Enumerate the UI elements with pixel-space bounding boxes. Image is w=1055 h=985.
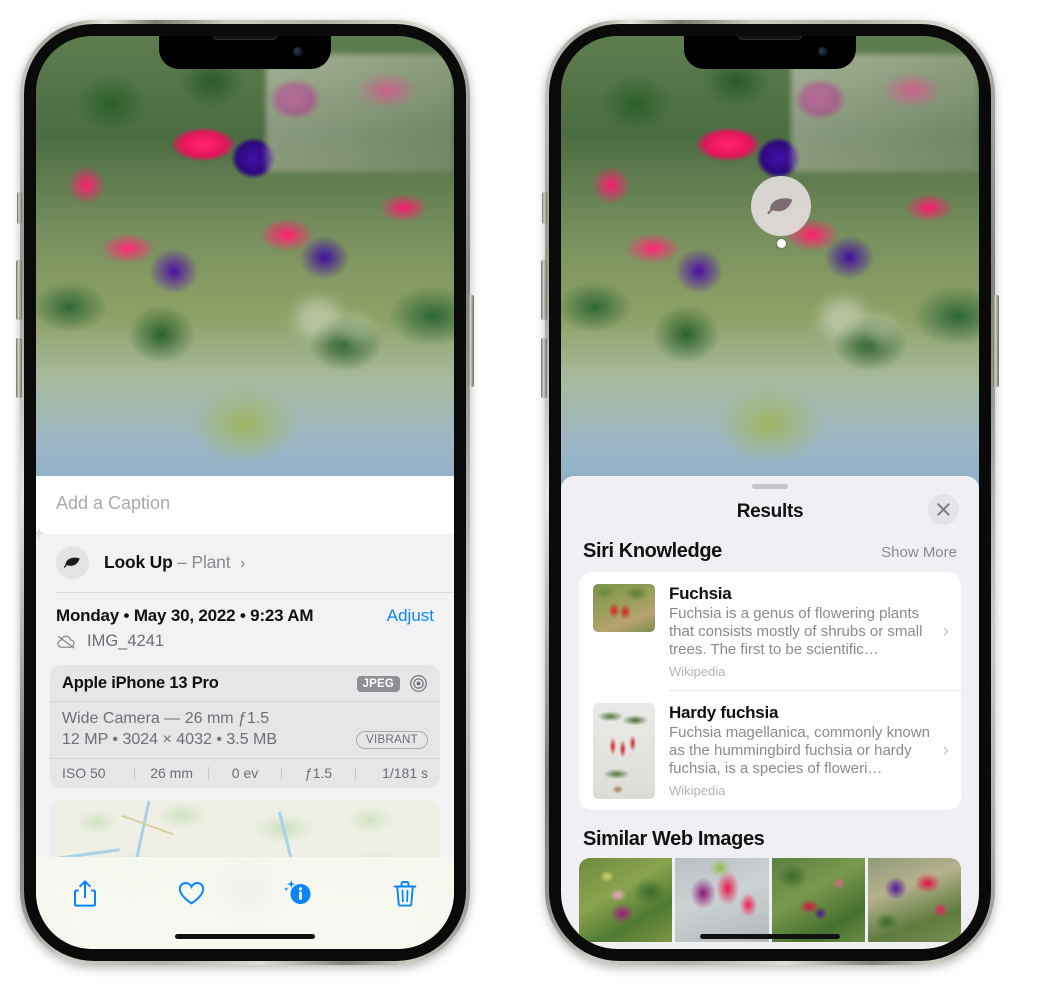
- photo-bokeh-2-right: [861, 316, 896, 347]
- camera-specs-line: 12 MP • 3024 × 4032 • 3.5 MB: [62, 731, 278, 748]
- results-sheet: Results Siri Knowledge Show More Fuchsia…: [561, 476, 979, 949]
- volume-down-button-left[interactable]: [16, 338, 22, 398]
- mute-switch-right[interactable]: [542, 192, 547, 224]
- notch-right: [684, 36, 856, 69]
- power-button-right[interactable]: [993, 295, 999, 387]
- exif-shutter: 1/181 s: [382, 765, 429, 781]
- leaf-icon: [767, 198, 793, 215]
- siri-knowledge-header: Siri Knowledge Show More: [561, 535, 979, 572]
- camera-lens-line: Wide Camera — 26 mm ƒ1.5: [62, 710, 270, 727]
- exif-iso: ISO 50: [62, 765, 106, 781]
- exif-aperture: ƒ1.5: [304, 765, 333, 781]
- trash-icon: [393, 880, 417, 907]
- photo-viewer-right[interactable]: [561, 36, 979, 488]
- show-more-button[interactable]: Show More: [881, 544, 957, 561]
- chevron-right-icon: ›: [942, 620, 949, 642]
- screen-right: Results Siri Knowledge Show More Fuchsia…: [561, 36, 979, 949]
- chevron-right-icon: ›: [942, 740, 949, 761]
- favorite-button[interactable]: [169, 873, 215, 913]
- close-icon: [937, 503, 950, 516]
- phone-right: Results Siri Knowledge Show More Fuchsia…: [541, 20, 999, 965]
- exif-focal: 26 mm: [150, 765, 193, 781]
- visual-look-up-badge[interactable]: [751, 176, 811, 236]
- leaf-icon: [63, 557, 80, 568]
- results-title: Results: [736, 501, 804, 522]
- knowledge-source: Wikipedia: [669, 664, 726, 679]
- delete-button[interactable]: [382, 873, 428, 913]
- home-indicator-left[interactable]: [175, 934, 315, 939]
- camera-device-name: Apple iPhone 13 Pro: [62, 674, 219, 692]
- photo-filename: IMG_4241: [87, 632, 165, 650]
- volume-up-button-right[interactable]: [541, 260, 547, 320]
- camera-info-card[interactable]: Apple iPhone 13 Pro JPEG Wide Camera — 2…: [50, 665, 440, 788]
- look-up-dash: –: [177, 552, 187, 572]
- knowledge-source: Wikipedia: [669, 783, 726, 798]
- exif-row: ISO 50 26 mm 0 ev ƒ1.5 1/181 s: [50, 759, 440, 788]
- metadata-block: Monday • May 30, 2022 • 9:23 AM Adjust I…: [36, 593, 454, 661]
- knowledge-description: Fuchsia magellanica, commonly known as t…: [669, 724, 930, 777]
- web-image-3[interactable]: [771, 858, 865, 942]
- section-title-similar-web-images: Similar Web Images: [583, 828, 765, 850]
- knowledge-item-fuchsia[interactable]: Fuchsia Fuchsia is a genus of flowering …: [579, 572, 961, 690]
- screen-left: Add a Caption Look Up – Plant › Monday •…: [36, 36, 454, 949]
- photo-date: Monday • May 30, 2022 • 9:23 AM: [56, 606, 314, 625]
- knowledge-thumbnail: [593, 584, 655, 632]
- home-indicator-right[interactable]: [700, 934, 840, 939]
- power-button-left[interactable]: [468, 295, 474, 387]
- section-title-siri-knowledge: Siri Knowledge: [583, 540, 722, 562]
- knowledge-title: Hardy fuchsia: [669, 703, 779, 722]
- siri-knowledge-card: Fuchsia Fuchsia is a genus of flowering …: [579, 572, 961, 810]
- front-camera-icon: [293, 47, 303, 57]
- adjust-button[interactable]: Adjust: [387, 606, 434, 626]
- visual-look-up-anchor-dot: [777, 239, 786, 248]
- close-button[interactable]: [928, 494, 959, 525]
- knowledge-body: Fuchsia Fuchsia is a genus of flowering …: [669, 584, 935, 679]
- photo-background-rail: [265, 54, 454, 172]
- info-button[interactable]: [275, 873, 321, 913]
- phone-left: Add a Caption Look Up – Plant › Monday •…: [16, 20, 474, 965]
- icloud-slash-icon: [57, 635, 75, 649]
- web-image-1[interactable]: [579, 858, 673, 942]
- aperture-icon: [410, 675, 427, 692]
- leaf-badge: [56, 546, 89, 579]
- web-image-4[interactable]: [867, 858, 961, 942]
- photo-detail-sheet: Add a Caption Look Up – Plant › Monday •…: [36, 476, 454, 949]
- volume-down-button-right[interactable]: [541, 338, 547, 398]
- knowledge-body: Hardy fuchsia Fuchsia magellanica, commo…: [669, 703, 935, 798]
- format-badge: JPEG: [356, 675, 400, 692]
- knowledge-title: Fuchsia: [669, 584, 732, 603]
- photo-viewer[interactable]: [36, 36, 454, 488]
- look-up-subject: Plant: [191, 552, 231, 572]
- caption-placeholder[interactable]: Add a Caption: [56, 493, 434, 514]
- photo-bokeh-2: [336, 316, 371, 347]
- notch-left: [159, 36, 331, 69]
- heart-icon: [178, 881, 205, 904]
- exif-ev: 0 ev: [231, 765, 259, 781]
- knowledge-item-hardy-fuchsia[interactable]: Hardy fuchsia Fuchsia magellanica, commo…: [579, 691, 961, 810]
- earpiece-speaker: [738, 36, 802, 40]
- look-up-label: Look Up – Plant ›: [104, 552, 245, 573]
- caption-row[interactable]: Add a Caption: [36, 476, 454, 534]
- earpiece-speaker: [213, 36, 277, 40]
- results-header: Results: [561, 489, 979, 535]
- share-button[interactable]: [62, 873, 108, 913]
- photo-background-rail-right: [790, 54, 979, 172]
- front-camera-icon: [818, 47, 828, 57]
- similar-web-images-strip[interactable]: [579, 858, 961, 942]
- look-up-row[interactable]: Look Up – Plant ›: [36, 527, 454, 592]
- info-sparkle-icon: [284, 880, 311, 904]
- share-icon: [74, 879, 96, 907]
- screenshot-stage: Add a Caption Look Up – Plant › Monday •…: [0, 0, 1055, 985]
- look-up-title: Look Up: [104, 552, 173, 572]
- knowledge-description: Fuchsia is a genus of flowering plants t…: [669, 605, 923, 658]
- chevron-right-icon: ›: [240, 555, 246, 572]
- photographic-style-badge: VIBRANT: [356, 731, 428, 749]
- web-image-2[interactable]: [675, 858, 769, 942]
- knowledge-thumbnail: [593, 703, 655, 799]
- sparkle-icon: [36, 527, 45, 539]
- mute-switch-left[interactable]: [17, 192, 22, 224]
- volume-up-button-left[interactable]: [16, 260, 22, 320]
